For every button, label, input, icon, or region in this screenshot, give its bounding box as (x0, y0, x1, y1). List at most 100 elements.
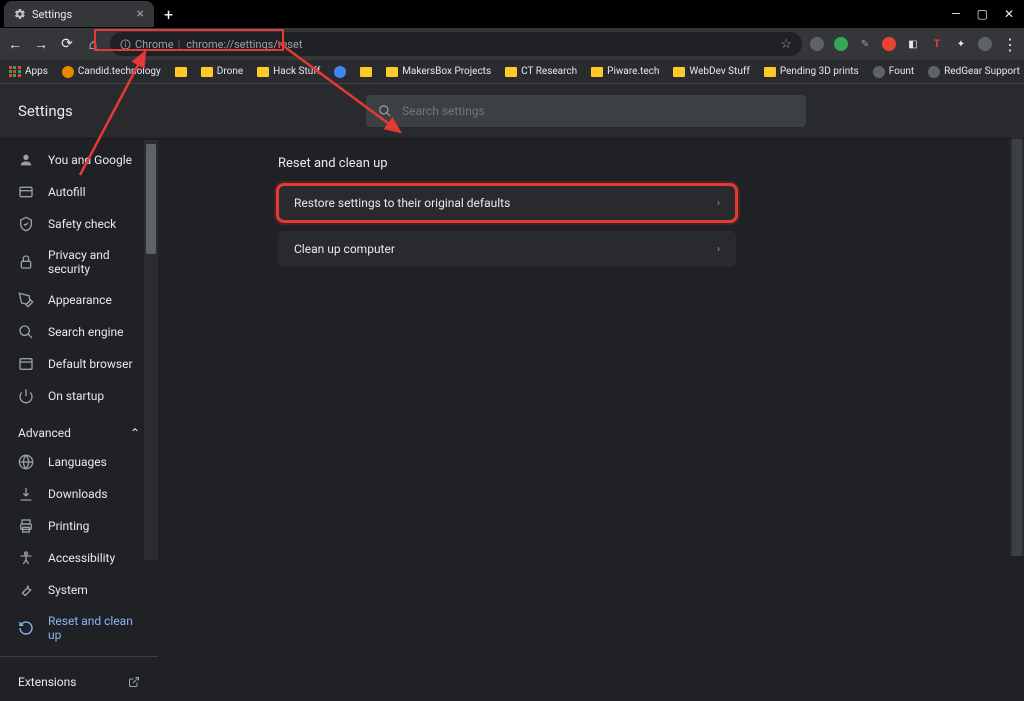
bookmark-label: Candid.technology (78, 66, 161, 77)
sidebar-item-label: Autofill (48, 185, 86, 199)
advanced-toggle[interactable]: Advanced ⌃ (0, 412, 158, 446)
sidebar-item-label: Safety check (48, 217, 116, 231)
bookmark-item[interactable]: Fount (870, 64, 917, 80)
back-button[interactable]: ← (6, 36, 24, 53)
restore-defaults-card[interactable]: Restore settings to their original defau… (278, 185, 736, 221)
forward-button[interactable]: → (32, 36, 50, 53)
bookmark-label: MakersBox Projects (402, 66, 491, 77)
omnibox-url: chrome://settings/reset (186, 38, 302, 51)
bookmark-label: RedGear Support (944, 66, 1020, 77)
sidebar-item-label: Printing (48, 519, 89, 533)
sidebar-item-label: Accessibility (48, 551, 115, 565)
wrench-icon (18, 582, 34, 598)
bookmark-label: Piware.tech (607, 66, 659, 77)
bookmark-label: Pending 3D prints (780, 66, 859, 77)
sidebar-item-you-and-google[interactable]: You and Google (0, 144, 158, 176)
sidebar-item-system[interactable]: System (0, 574, 158, 606)
bookmark-icon (62, 66, 74, 78)
settings-main: Reset and clean up Restore settings to t… (158, 84, 1024, 556)
extensions-menu-icon[interactable]: ✦ (954, 37, 968, 51)
bookmark-item[interactable]: CT Research (502, 64, 580, 79)
search-settings[interactable] (366, 95, 806, 127)
search-icon (18, 324, 34, 340)
extension-icon[interactable] (834, 37, 848, 51)
tab-title: Settings (32, 8, 131, 21)
window-controls: — ▢ ✕ (951, 7, 1024, 21)
profile-avatar[interactable] (978, 37, 992, 51)
sidebar-scrollbar-thumb[interactable] (146, 144, 156, 254)
bookmark-icon (673, 67, 685, 77)
sidebar-item-languages[interactable]: Languages (0, 446, 158, 478)
bookmark-icon (201, 67, 213, 77)
site-info-icon[interactable]: Chrome | (120, 38, 180, 51)
page-scrollbar-track (1010, 84, 1024, 556)
sidebar-item-label: You and Google (48, 153, 132, 167)
bookmark-star-icon[interactable]: ☆ (780, 37, 792, 52)
extension-icon[interactable] (882, 37, 896, 51)
settings-title: Settings (18, 102, 73, 120)
bookmark-icon (873, 66, 885, 78)
sidebar-item-reset-and-clean-up[interactable]: Reset and clean up (0, 606, 158, 650)
download-icon (18, 486, 34, 502)
omnibox[interactable]: Chrome | chrome://settings/reset ☆ (110, 32, 802, 56)
browser-icon (18, 356, 34, 372)
home-button[interactable]: ⌂ (84, 36, 102, 53)
reload-button[interactable]: ⟳ (58, 36, 76, 52)
sidebar-item-label: On startup (48, 389, 104, 403)
bookmark-label: Drone (217, 66, 243, 77)
sidebar-item-accessibility[interactable]: Accessibility (0, 542, 158, 574)
bookmark-item[interactable] (172, 65, 190, 79)
bookmark-item[interactable]: Hack Stuff (254, 64, 323, 79)
sidebar-item-privacy-and-security[interactable]: Privacy and security (0, 240, 158, 284)
close-window-button[interactable]: ✕ (1004, 7, 1014, 21)
bookmark-item[interactable]: Candid.technology (59, 64, 164, 80)
power-icon (18, 388, 34, 404)
bookmark-item[interactable]: RedGear Support (925, 64, 1023, 80)
sidebar-item-downloads[interactable]: Downloads (0, 478, 158, 510)
page-scrollbar-thumb[interactable] (1012, 84, 1022, 556)
bookmark-item[interactable]: MakersBox Projects (383, 64, 494, 79)
kebab-menu-icon[interactable]: ⋮ (1002, 35, 1018, 54)
browser-tab[interactable]: Settings × (4, 1, 154, 27)
minimize-button[interactable]: — (951, 7, 960, 21)
sidebar-item-autofill[interactable]: Autofill (0, 176, 158, 208)
chevron-right-icon: › (717, 198, 720, 209)
bookmark-icon (9, 66, 21, 78)
autofill-icon (18, 184, 34, 200)
close-tab-icon[interactable]: × (137, 6, 144, 22)
extension-icon[interactable]: ✎ (858, 37, 872, 51)
sidebar-item-appearance[interactable]: Appearance (0, 284, 158, 316)
restore-defaults-label: Restore settings to their original defau… (294, 196, 510, 210)
bookmark-item[interactable]: WebDev Stuff (670, 64, 752, 79)
bookmark-item[interactable]: Piware.tech (588, 64, 662, 79)
sidebar-item-search-engine[interactable]: Search engine (0, 316, 158, 348)
bookmark-item[interactable] (331, 64, 349, 80)
bookmark-item[interactable]: Apps (6, 64, 51, 80)
titlebar: Settings × + — ▢ ✕ (0, 0, 1024, 28)
sidebar-item-label: Appearance (48, 293, 112, 307)
sidebar-item-printing[interactable]: Printing (0, 510, 158, 542)
sidebar-item-on-startup[interactable]: On startup (0, 380, 158, 412)
extension-icon[interactable] (810, 37, 824, 51)
globe-icon (18, 454, 34, 470)
sidebar-item-default-browser[interactable]: Default browser (0, 348, 158, 380)
omnibox-chip: Chrome (135, 38, 174, 51)
sidebar-item-label: System (48, 583, 88, 597)
content: You and Google Autofill Safety check Privac… (0, 84, 1024, 556)
extensions-label: Extensions (18, 675, 76, 689)
extensions-link[interactable]: Extensions (0, 663, 158, 701)
bookmark-bar: Apps Candid.technology Drone Hack Stuff Make… (0, 60, 1024, 84)
bookmark-label: Apps (25, 66, 48, 77)
search-settings-input[interactable] (402, 104, 794, 118)
chevron-up-icon: ⌃ (130, 426, 140, 440)
sidebar-item-safety-check[interactable]: Safety check (0, 208, 158, 240)
maximize-button[interactable]: ▢ (977, 7, 988, 21)
cleanup-computer-card[interactable]: Clean up computer › (278, 231, 736, 267)
extension-icon[interactable]: T (930, 37, 944, 51)
bookmark-icon (175, 67, 187, 77)
extension-icon[interactable]: ◧ (906, 37, 920, 51)
bookmark-item[interactable] (357, 65, 375, 79)
bookmark-item[interactable]: Drone (198, 64, 246, 79)
new-tab-button[interactable]: + (164, 5, 173, 24)
bookmark-item[interactable]: Pending 3D prints (761, 64, 862, 79)
